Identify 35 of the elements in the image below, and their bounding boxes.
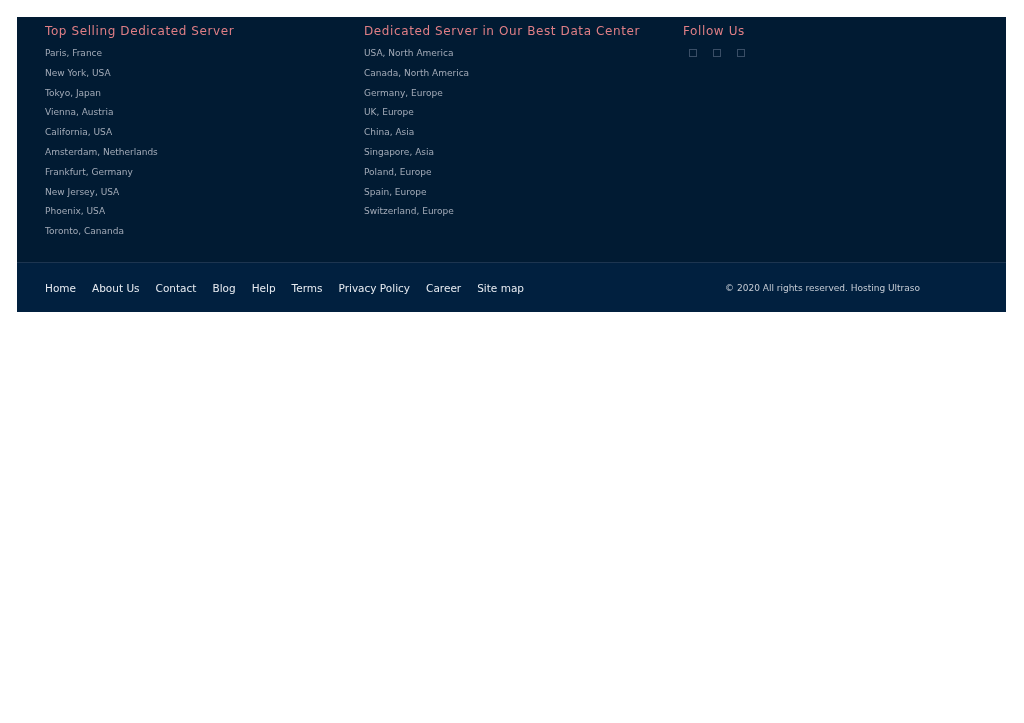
footer-link[interactable]: UK, Europe (364, 103, 683, 124)
footer-link[interactable]: Amsterdam, Netherlands (45, 143, 364, 163)
footer-link[interactable]: Poland, Europe (364, 162, 683, 183)
footer-link[interactable]: USA, North America (364, 44, 683, 64)
footer-link[interactable]: Tokyo, Japan (45, 83, 364, 104)
footer-link[interactable]: Vienna, Austria (45, 103, 364, 124)
footer-link[interactable]: Toronto, Cananda (45, 222, 364, 242)
footer-link[interactable]: Germany, Europe (364, 83, 683, 104)
nav-link[interactable]: Help (251, 281, 276, 294)
column-heading: Follow Us (683, 24, 746, 38)
square-icon[interactable] (689, 49, 697, 57)
footer-link[interactable]: Phoenix, USA (45, 202, 364, 223)
footer-link[interactable]: Frankfurt, Germany (45, 162, 364, 183)
footer-link[interactable]: China, Asia (364, 123, 683, 143)
nav-link[interactable]: Privacy Policy (338, 281, 411, 294)
square-icon[interactable] (737, 49, 745, 57)
nav-link[interactable]: Home (45, 281, 76, 294)
nav-link[interactable]: About Us (92, 281, 140, 294)
nav-link[interactable]: Site map (477, 281, 524, 294)
nav-link[interactable]: Blog (212, 281, 236, 294)
nav-link[interactable]: Career (426, 281, 462, 294)
nav-link[interactable]: Terms (291, 281, 323, 294)
column-heading: Top Selling Dedicated Server (45, 24, 236, 38)
footer-link[interactable]: New Jersey, USA (45, 182, 364, 203)
footer-link[interactable]: Canada, North America (364, 63, 683, 84)
footer-link[interactable]: California, USA (45, 123, 364, 143)
square-icon[interactable] (713, 49, 721, 57)
column-heading: Dedicated Server in Our Best Data Center (364, 24, 641, 38)
nav-link[interactable]: Contact (155, 281, 197, 294)
copyright-text: © 2020 All rights reserved. Hosting Ultraso (725, 282, 920, 293)
footer-link[interactable]: New York, USA (45, 63, 364, 84)
footer-link[interactable]: Paris, France (45, 44, 364, 64)
footer-link[interactable]: Spain, Europe (364, 182, 683, 203)
footer-link[interactable]: Switzerland, Europe (364, 202, 683, 223)
footer-link[interactable]: Singapore, Asia (364, 143, 683, 163)
